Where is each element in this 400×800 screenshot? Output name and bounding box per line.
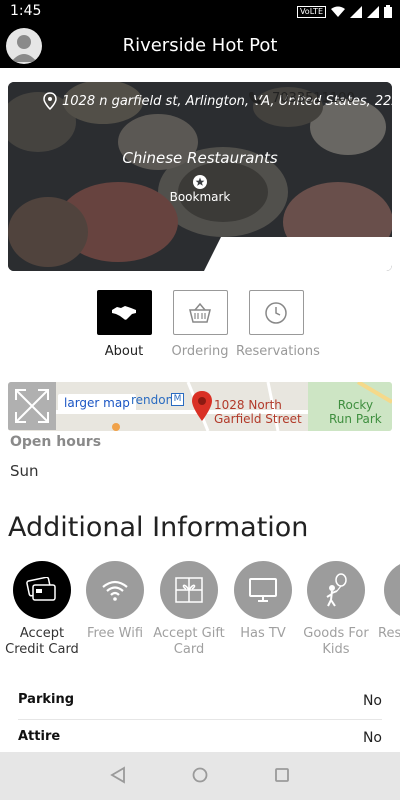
wifi-icon [331,6,345,17]
amenity-gift-card-label: Accept Gift Card [153,626,225,657]
expand-map-button[interactable] [8,382,56,430]
amenity-reservation-circle [384,561,400,619]
kid-balloon-icon [326,573,347,607]
location-pin-icon [43,92,57,110]
amenity-credit-card-circle [13,561,71,619]
map-park-label: Rocky Run Park [329,398,382,426]
tab-reservations-box[interactable] [248,290,304,335]
amenity-gift-card: Accept Gift Card [152,561,226,658]
bookmark-star-icon[interactable] [192,174,208,190]
info-row-key: Parking [18,692,75,707]
page-title: Riverside Hot Pot [122,35,278,56]
clock-icon [265,301,287,324]
back-icon[interactable] [110,766,126,784]
tab-ordering[interactable]: Ordering [160,290,240,359]
tv-icon [249,578,277,602]
amenity-tv-label: Has TV [240,626,286,641]
metro-icon: M [171,393,184,406]
tab-ordering-box[interactable] [172,290,228,335]
amenity-reservation-label: Res [378,626,400,641]
tab-ordering-label: Ordering [171,344,229,359]
phone-number[interactable]: 7033511100 [272,91,355,106]
map-park-line2: Run Park [329,412,382,426]
amenity-kids: Goods For Kids [299,561,373,658]
battery-icon [384,5,392,18]
system-nav-bar [0,752,400,800]
app-bar: Riverside Hot Pot [0,24,400,68]
info-row-value: No [362,693,382,709]
restaurant-hero: 1028 n garfield st, Arlington, VA, Unite… [8,82,392,271]
larger-map-link[interactable]: larger map [58,394,136,412]
tab-about-box[interactable] [96,290,152,335]
bookmark-button[interactable]: Bookmark [8,190,392,204]
info-row-parking: Parking No [18,684,382,720]
status-icons: VoLTE [296,5,392,18]
amenity-wifi-circle [86,561,144,619]
amenity-gift-card-circle [160,561,218,619]
amenity-wifi: Free Wifi [78,561,152,642]
map-marker-icon [192,391,212,421]
location-map[interactable]: larger map rendon M 1028 North Garfield … [8,382,392,431]
amenity-kids-label: Goods For Kids [303,626,369,657]
amenity-kids-circle [307,561,365,619]
recents-icon[interactable] [274,766,290,784]
tab-about-label: About [104,344,144,359]
status-bar: 1:45 VoLTE [0,0,400,24]
amenity-wifi-label: Free Wifi [86,626,144,641]
phone-panel [204,237,392,271]
basket-icon [189,302,211,323]
map-street-line2: Garfield Street [214,412,302,426]
open-hours-day: Sun [10,462,39,480]
signal-icon [367,5,379,18]
info-row-key: Attire [18,729,61,744]
volte-badge: VoLTE [296,5,326,18]
wifi-icon [102,580,128,601]
amenity-credit-card-label: Accept Credit Card [5,626,79,657]
status-time: 1:45 [10,3,42,19]
credit-card-icon [26,577,56,601]
map-park-line1: Rocky [337,398,374,412]
map-street-line1: 1028 North [214,398,282,412]
tab-about[interactable]: About [84,290,164,359]
tab-reservations-label: Reservations [236,344,320,359]
expand-icon [15,389,49,423]
amenity-tv: Has TV [226,561,300,642]
phone-icon[interactable] [248,91,262,105]
info-row-value: No [362,730,382,746]
gift-card-icon [175,577,203,603]
amenity-credit-card: Accept Credit Card [5,561,79,658]
handshake-icon [112,305,136,320]
open-hours-title: Open hours [10,434,102,450]
map-street-label: 1028 North Garfield Street [214,398,302,426]
amenity-reservation: Res [372,561,400,642]
signal-icon [350,5,362,18]
map-station-label: rendon [131,393,174,407]
restaurant-category: Chinese Restaurants [122,149,278,167]
additional-info-title: Additional Information [8,512,309,543]
home-icon[interactable] [192,766,208,784]
tab-reservations[interactable]: Reservations [236,290,320,359]
amenity-tv-circle [234,561,292,619]
